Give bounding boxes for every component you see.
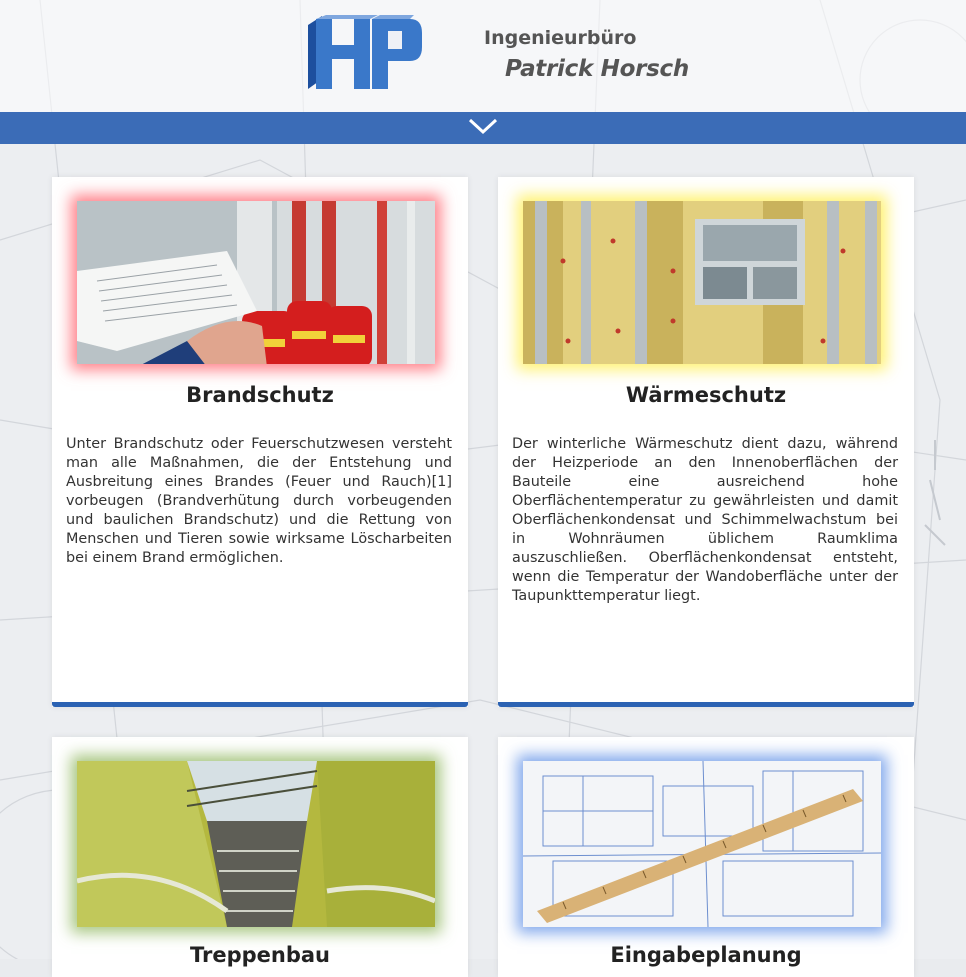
insulation-wall-image xyxy=(523,201,881,364)
site-header: Ingenieurbüro Patrick Horsch xyxy=(0,0,966,112)
hp-logo[interactable] xyxy=(302,15,426,92)
card-waermeschutz[interactable]: Wärmeschutz Der winterliche Wärmeschutz … xyxy=(498,177,914,707)
card-text: Der winterliche Wärmeschutz dient dazu, … xyxy=(512,436,898,604)
card-eingabeplanung[interactable]: Eingabeplanung xyxy=(498,737,914,977)
company-name-line2: Patrick Horsch xyxy=(505,56,689,82)
blueprint-ruler-image xyxy=(523,761,881,927)
company-name-line1: Ingenieurbüro xyxy=(484,27,637,49)
card-brandschutz[interactable]: Brandschutz Unter Brandschutz oder Feuer… xyxy=(52,177,468,707)
card-title: Treppenbau xyxy=(189,943,331,967)
staircase-image xyxy=(77,761,435,927)
chevron-down-icon[interactable] xyxy=(467,116,499,136)
card-title: Wärmeschutz xyxy=(625,383,787,407)
card-title: Brandschutz xyxy=(186,383,334,407)
card-title: Eingabeplanung xyxy=(610,943,802,967)
card-text: Unter Brandschutz oder Feuerschutzwesen … xyxy=(66,436,452,566)
card-treppenbau[interactable]: Treppenbau xyxy=(52,737,468,977)
fire-extinguisher-image xyxy=(77,201,435,364)
card-accent-bar xyxy=(498,702,914,707)
card-accent-bar xyxy=(52,702,468,707)
